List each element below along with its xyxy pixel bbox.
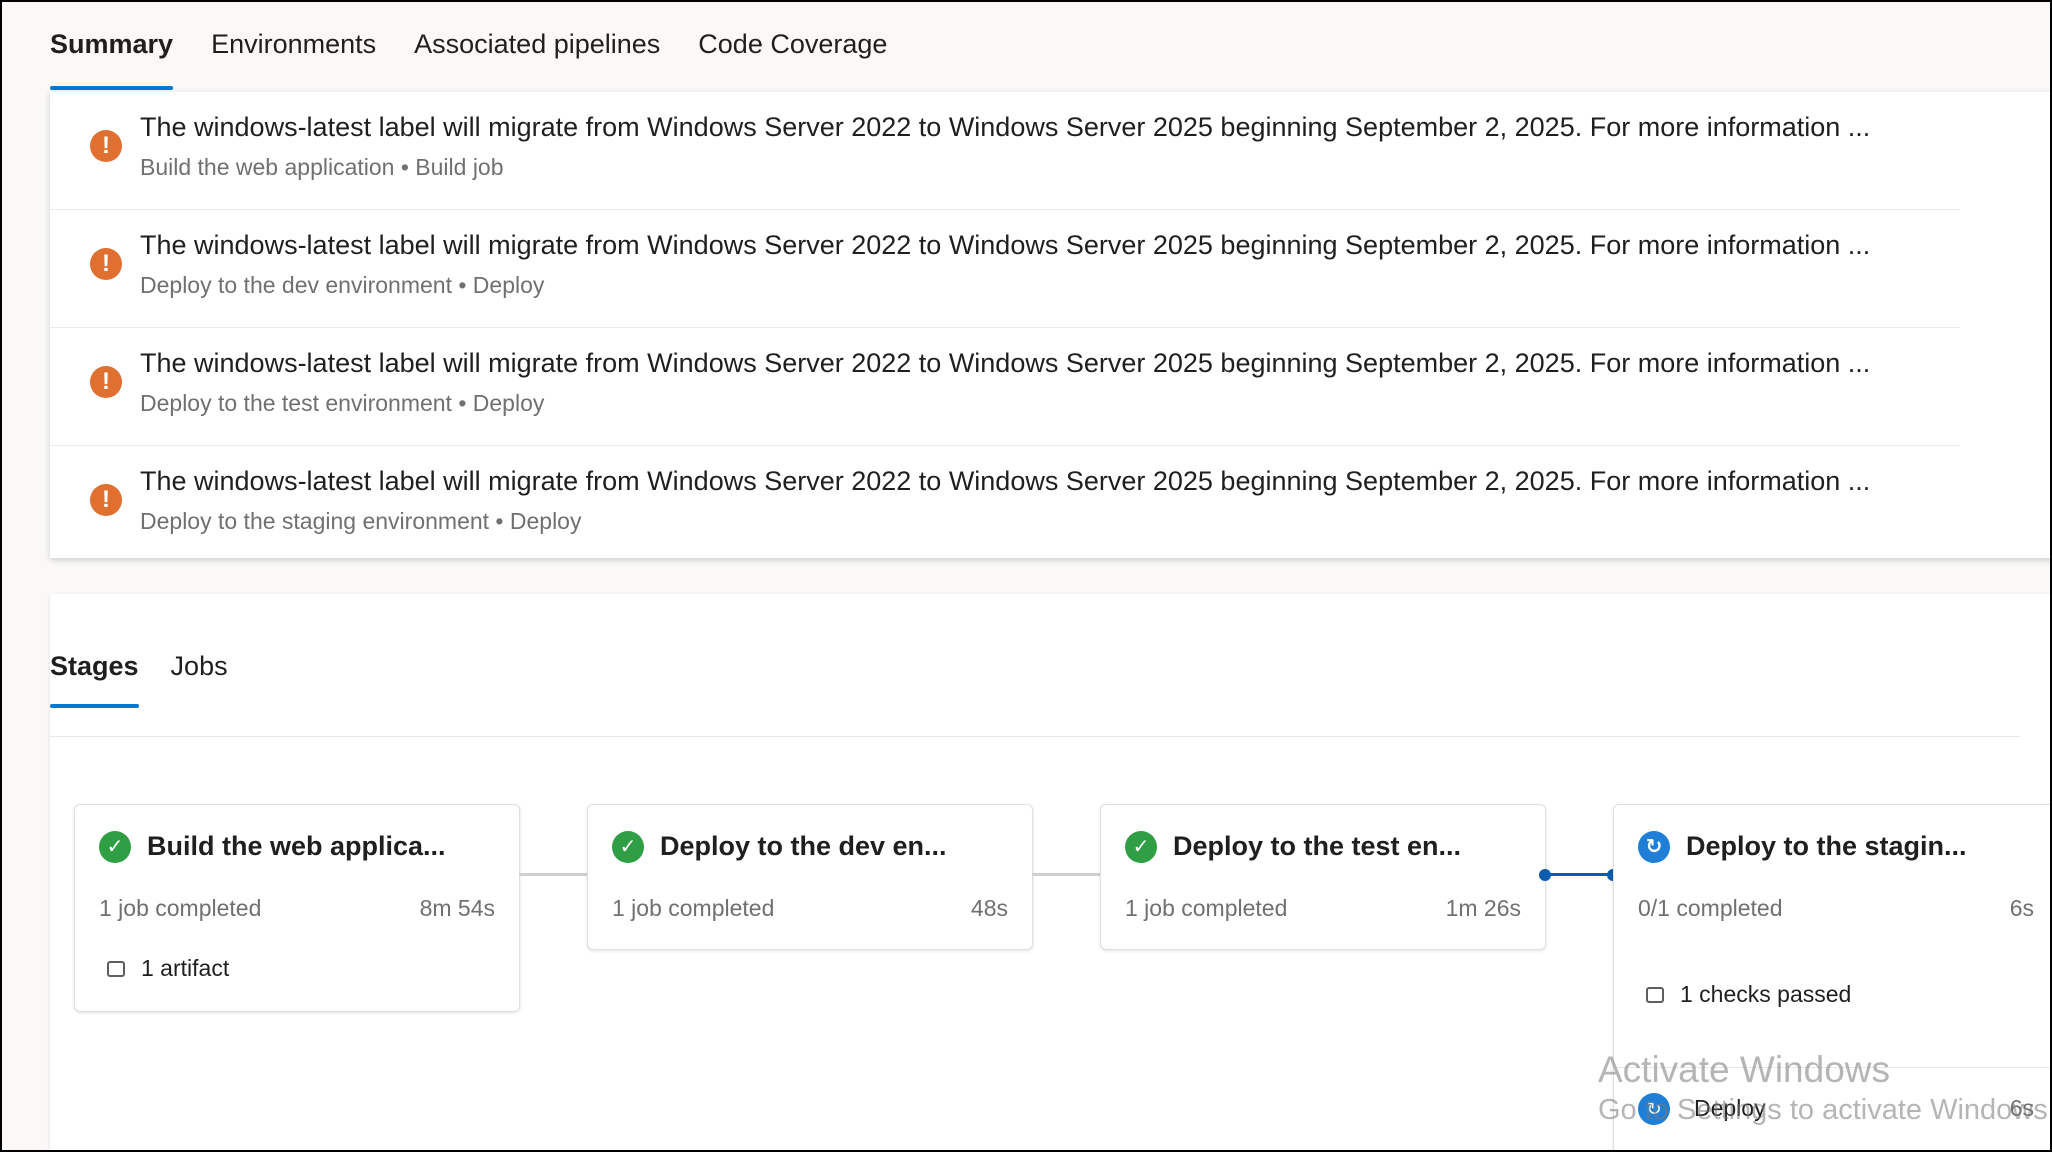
checklist-icon (1646, 986, 1664, 1003)
artifact-link[interactable]: 1 artifact (107, 955, 229, 982)
pipeline-run-summary: Summary Environments Associated pipeline… (0, 0, 2052, 1152)
stage-title: Deploy to the stagin... (1686, 831, 1967, 861)
success-check-icon: ✓ (1125, 831, 1157, 863)
stage-status: 1 job completed (612, 895, 775, 921)
stages-card: Stages Jobs ✓ Build the web applica... 1… (50, 594, 2050, 1150)
stage-duration: 1m 26s (1445, 895, 1521, 921)
stage-status: 1 job completed (99, 895, 262, 921)
warning-message: The windows-latest label will migrate fr… (140, 112, 1871, 142)
stage-card-dev[interactable]: ✓ Deploy to the dev en... 1 job complete… (587, 804, 1033, 950)
artifact-icon (107, 960, 125, 977)
warning-source: Deploy to the test environment • Deploy (140, 390, 545, 416)
stage-status: 1 job completed (1125, 895, 1288, 921)
job-name[interactable]: Deploy (1694, 1095, 1766, 1122)
connector-dot (1539, 869, 1551, 881)
stage-card-test[interactable]: ✓ Deploy to the test en... 1 job complet… (1100, 804, 1546, 950)
warning-icon: ! (90, 248, 122, 280)
stage-duration: 6s (2009, 895, 2034, 921)
tab-environments[interactable]: Environments (211, 24, 376, 88)
checks-label: 1 checks passed (1680, 981, 1852, 1007)
warning-source: Build the web application • Build job (140, 154, 504, 180)
checks-link[interactable]: 1 checks passed (1646, 981, 1851, 1008)
warning-source: Deploy to the staging environment • Depl… (140, 508, 582, 534)
warning-source: Deploy to the dev environment • Deploy (140, 272, 545, 298)
warning-message: The windows-latest label will migrate fr… (140, 466, 1871, 496)
in-progress-icon: ↻ (1638, 831, 1670, 863)
top-tabs: Summary Environments Associated pipeline… (50, 24, 925, 90)
success-check-icon: ✓ (612, 831, 644, 863)
stage-connector-active (1545, 873, 1613, 876)
divider (50, 736, 2020, 737)
warning-item[interactable]: ! The windows-latest label will migrate … (50, 446, 1960, 563)
job-divider (1614, 1067, 2050, 1068)
stage-status: 0/1 completed (1638, 895, 1783, 921)
stage-connector (519, 873, 587, 876)
job-duration: 6s (2009, 1095, 2034, 1121)
tab-jobs[interactable]: Jobs (171, 646, 228, 706)
warning-item[interactable]: ! The windows-latest label will migrate … (50, 328, 1960, 446)
warning-icon: ! (90, 366, 122, 398)
warning-message: The windows-latest label will migrate fr… (140, 348, 1871, 378)
in-progress-icon: ↻ (1638, 1093, 1670, 1125)
stage-title: Build the web applica... (147, 831, 446, 861)
stage-card-build[interactable]: ✓ Build the web applica... 1 job complet… (74, 804, 520, 1012)
stage-duration: 8m 54s (419, 895, 495, 921)
tab-code-coverage[interactable]: Code Coverage (698, 24, 887, 88)
stage-connector (1032, 873, 1100, 876)
stage-card-staging[interactable]: ↻ Deploy to the stagin... 0/1 completed … (1613, 804, 2050, 1150)
stage-duration: 48s (970, 895, 1008, 921)
artifact-label: 1 artifact (141, 955, 230, 981)
tab-associated-pipelines[interactable]: Associated pipelines (414, 24, 660, 88)
warnings-card: ! The windows-latest label will migrate … (50, 92, 2050, 558)
success-check-icon: ✓ (99, 831, 131, 863)
warning-message: The windows-latest label will migrate fr… (140, 230, 1871, 260)
warning-item[interactable]: ! The windows-latest label will migrate … (50, 210, 1960, 328)
stages-tabs: Stages Jobs (50, 646, 260, 708)
tab-stages[interactable]: Stages (50, 646, 139, 708)
warning-icon: ! (90, 484, 122, 516)
warning-item[interactable]: ! The windows-latest label will migrate … (50, 92, 1960, 210)
warning-icon: ! (90, 130, 122, 162)
stage-title: Deploy to the dev en... (660, 831, 947, 861)
stage-title: Deploy to the test en... (1173, 831, 1462, 861)
tab-summary[interactable]: Summary (50, 24, 174, 90)
